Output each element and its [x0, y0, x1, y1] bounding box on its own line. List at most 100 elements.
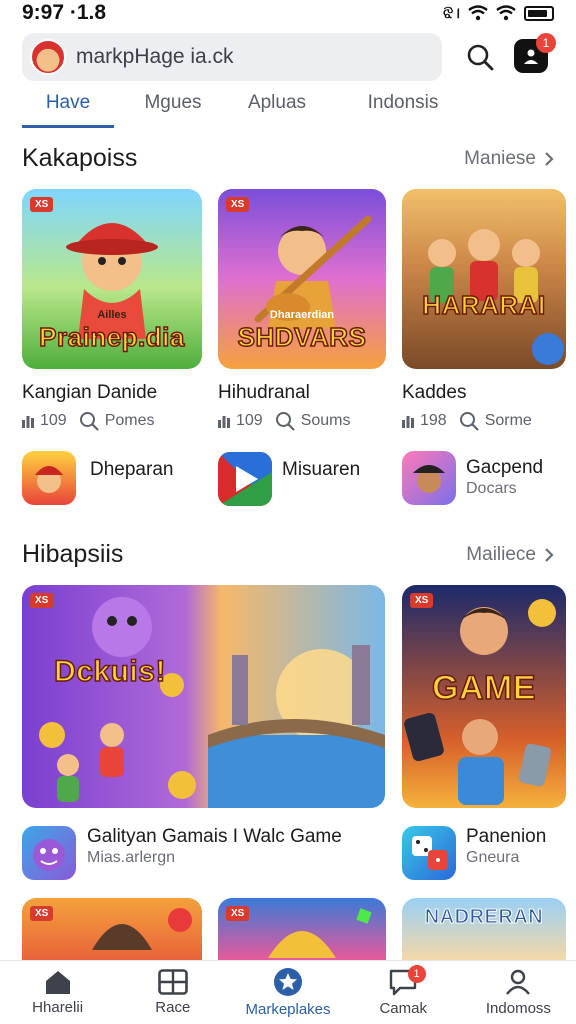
tab-have[interactable]: Have	[22, 92, 114, 128]
game-card-peek[interactable]: XS	[218, 898, 386, 960]
row-subtitle: Gneura	[466, 849, 520, 866]
nav-badge: 1	[407, 965, 426, 983]
app-icon[interactable]	[402, 826, 456, 880]
app-icon[interactable]	[402, 451, 456, 505]
card-meta-label: Pomes	[104, 412, 155, 429]
card-meta-label: Sorme	[484, 412, 532, 429]
app-icon[interactable]	[218, 452, 272, 506]
game-card[interactable]: HARARAI	[402, 189, 566, 369]
tab-indonsis[interactable]: Indonsis	[338, 92, 468, 128]
card-tag: XS	[30, 197, 54, 212]
card-art-title: NADRERAN	[424, 906, 544, 929]
nav-item-race[interactable]: Race	[115, 961, 230, 1024]
card-art-title: Prainep.dia	[38, 321, 185, 353]
row-title[interactable]: Panenion	[466, 826, 546, 848]
card-art-subtitle: Dharaerdian	[269, 309, 335, 321]
row-title[interactable]: Misuaren	[282, 459, 360, 481]
card-tag: XS	[30, 906, 54, 921]
section-title-2: Hibapsiis	[22, 540, 124, 568]
wifi-icon	[468, 5, 488, 21]
card-meta: 198 Sorme	[402, 411, 532, 431]
app-icon[interactable]	[22, 826, 76, 880]
card-name[interactable]: Kaddes	[402, 382, 466, 404]
search-icon	[459, 412, 479, 431]
tab-bar: Have Mgues Apluas Indonsis	[22, 92, 554, 128]
chevron-right-icon	[545, 152, 554, 166]
search-text: markpHage ia.ck	[76, 45, 234, 68]
star-icon	[274, 968, 302, 996]
game-art	[428, 229, 564, 365]
card-name[interactable]: Kangian Danide	[22, 382, 157, 404]
play-icon	[218, 452, 272, 506]
search-input[interactable]: markpHage ia.ck	[22, 33, 442, 81]
signal-label: ଝି।	[443, 4, 460, 22]
search-icon	[79, 412, 99, 431]
game-art	[39, 597, 385, 808]
card-name[interactable]: Hihudranal	[218, 382, 310, 404]
stats-icon	[218, 416, 230, 428]
status-icons: ଝି।	[443, 5, 554, 22]
row-subtitle: Mias.arlergn	[87, 849, 176, 866]
person-icon	[524, 49, 538, 64]
section-more-1[interactable]: Maniese	[464, 148, 554, 170]
row-title[interactable]: Gacpend	[466, 457, 543, 479]
status-bar: 9:97 ·1.8 ଝି।	[0, 0, 576, 26]
game-card[interactable]: XS Dharaerdian SHDVARS	[218, 189, 386, 369]
card-art-title: GAME	[431, 668, 536, 708]
card-art-title: Dckuis!	[53, 654, 166, 689]
card-tag: XS	[30, 593, 54, 608]
search-icon	[467, 44, 494, 71]
nav-item-marketplace[interactable]: Markeplakes	[230, 961, 345, 1024]
row-title[interactable]: Galityan Gamais I Walc Game	[87, 826, 342, 848]
status-time: 9:97 ·1.8	[22, 1, 107, 24]
section-more-label: Mailiece	[466, 544, 536, 565]
chevron-right-icon	[545, 548, 554, 562]
avatar[interactable]	[30, 39, 66, 75]
row-subtitle: Docars	[466, 480, 517, 497]
section-title-1: Kakapoiss	[22, 144, 138, 172]
notification-badge: 1	[536, 33, 556, 53]
search-button[interactable]	[462, 39, 498, 75]
card-meta: 109 Soums	[218, 411, 351, 431]
card-count: 198	[420, 412, 447, 429]
search-icon	[275, 412, 295, 431]
card-meta: 109 Pomes	[22, 411, 155, 431]
card-art-subtitle: Ailles	[97, 309, 127, 321]
nav-label: Indomoss	[485, 1000, 551, 1017]
stats-icon	[402, 416, 414, 428]
game-card-wide[interactable]: XS Dckuis!	[22, 585, 385, 808]
card-meta-label: Soums	[300, 412, 351, 429]
dice-icon	[412, 836, 448, 870]
app-icon[interactable]	[22, 451, 76, 505]
home-icon	[45, 971, 70, 994]
notification-button[interactable]: 1	[514, 33, 556, 73]
stats-icon	[22, 416, 34, 428]
section-more-2[interactable]: Mailiece	[466, 544, 554, 566]
person-icon	[506, 969, 531, 995]
nav-label: Camak	[379, 1000, 427, 1017]
card-count: 109	[40, 412, 67, 429]
search-row: markpHage ia.ck 1	[22, 33, 556, 81]
game-card[interactable]: XS Ailles Prainep.dia	[22, 189, 202, 369]
battery-icon	[524, 5, 554, 21]
character-icon	[413, 465, 445, 493]
game-card-peek[interactable]: XS	[22, 898, 202, 960]
bottom-nav: Hharelii Race Markeplakes 1 Camak Indomo…	[0, 960, 576, 1024]
card-tag: XS	[410, 593, 434, 608]
grid-icon	[157, 969, 188, 995]
nav-item-chat[interactable]: 1 Camak	[346, 961, 461, 1024]
row-title[interactable]: Dheparan	[90, 459, 173, 481]
card-tag: XS	[226, 197, 250, 212]
tab-apluas[interactable]: Apluas	[232, 92, 322, 128]
nav-item-profile[interactable]: Indomoss	[461, 961, 576, 1024]
nav-label: Hharelii	[32, 999, 84, 1016]
tab-mgues[interactable]: Mgues	[118, 92, 228, 128]
section-more-label: Maniese	[464, 148, 536, 169]
wifi-icon-2	[496, 5, 516, 21]
game-card[interactable]: XS GAME	[402, 585, 566, 808]
game-card-peek[interactable]: NADRERAN	[402, 898, 566, 960]
card-art-title: SHDVARS	[237, 321, 367, 353]
character-icon	[33, 839, 65, 871]
nav-item-home[interactable]: Hharelii	[0, 961, 115, 1024]
nav-label: Race	[155, 999, 191, 1016]
